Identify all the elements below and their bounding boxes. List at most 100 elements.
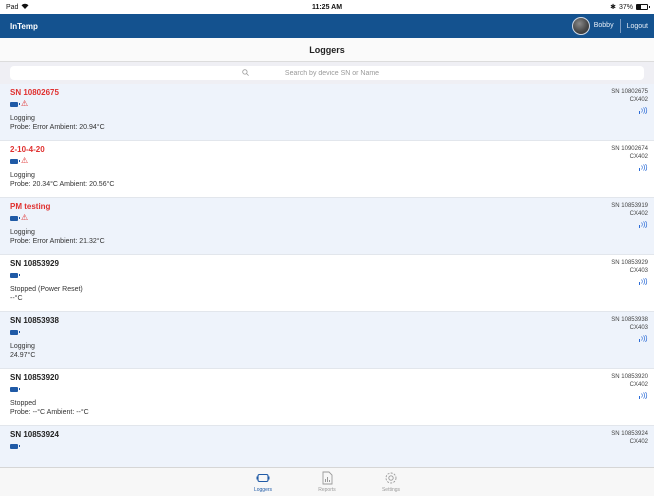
logger-name: SN 10802675 xyxy=(10,88,59,97)
logger-list: SN 10802675 ⚠ Logging Probe: Error Ambie… xyxy=(0,84,654,467)
logger-row[interactable]: 2-10-4-20 ⚠ Logging Probe: 20.34°C Ambie… xyxy=(0,141,654,198)
logger-device-info: SN 10802675 CX402 xyxy=(611,88,648,117)
logger-serial: SN 10802675 xyxy=(611,89,648,95)
alarm-icon: ⚠ xyxy=(21,213,29,222)
logger-serial: SN 10853929 xyxy=(611,260,648,266)
logger-serial: SN 10853938 xyxy=(611,317,648,323)
logger-status: Stopped (Power Reset) xyxy=(10,286,83,293)
logger-status: Logging xyxy=(10,172,35,179)
battery-icon xyxy=(636,4,650,10)
logger-reading: Probe: Error Ambient: 20.94°C xyxy=(10,124,105,131)
logger-status-icons: ⚠ xyxy=(10,156,644,166)
signal-icon xyxy=(611,163,648,174)
logger-status: Stopped xyxy=(10,400,37,407)
logger-serial: SN 10853924 xyxy=(611,431,648,437)
logger-row[interactable]: PM testing ⚠ Logging Probe: Error Ambien… xyxy=(0,198,654,255)
signal-icon xyxy=(611,277,648,288)
logger-device-info: SN 10853938 CX403 xyxy=(611,316,648,345)
device-label: Pad xyxy=(6,3,19,11)
battery-icon xyxy=(10,158,20,164)
status-right: ✱ 37% xyxy=(610,3,650,11)
logger-row[interactable]: SN 10802675 ⚠ Logging Probe: Error Ambie… xyxy=(0,84,654,141)
status-bar: Pad 11:25 AM ✱ 37% xyxy=(0,0,654,14)
logger-device-info: SN 10853929 CX403 xyxy=(611,259,648,288)
search-box[interactable] xyxy=(10,66,644,80)
battery-icon xyxy=(10,443,20,449)
search-input[interactable] xyxy=(252,69,412,77)
logger-reading: Probe: Error Ambient: 21.32°C xyxy=(10,238,105,245)
logger-status: Logging xyxy=(10,229,35,236)
gear-icon xyxy=(384,471,398,485)
status-left: Pad xyxy=(6,3,29,11)
clock: 11:25 AM xyxy=(311,3,343,11)
logger-model: CX403 xyxy=(629,268,648,274)
tab-settings[interactable]: Settings xyxy=(373,468,409,496)
logger-reading: --°C xyxy=(10,295,23,302)
logger-serial: SN 10902674 xyxy=(611,146,648,152)
logger-model: CX402 xyxy=(629,211,648,217)
logger-model: CX402 xyxy=(629,382,648,388)
search-bar xyxy=(0,62,654,84)
logger-name: SN 10853920 xyxy=(10,373,59,382)
logger-status-icons xyxy=(10,327,644,337)
report-icon xyxy=(322,471,333,485)
logger-device-info: SN 10853924 CX402 xyxy=(611,430,648,446)
tab-bar: Loggers Reports Settings xyxy=(0,467,654,496)
logger-row[interactable]: SN 10853929 Stopped (Power Reset) --°C S… xyxy=(0,255,654,312)
tab-loggers[interactable]: Loggers xyxy=(245,468,281,496)
search-icon xyxy=(242,68,249,78)
battery-icon xyxy=(10,386,20,392)
alarm-icon: ⚠ xyxy=(21,156,29,165)
logger-status-icons: ⚠ xyxy=(10,99,644,109)
logger-device-info: SN 10853920 CX402 xyxy=(611,373,648,402)
logger-row[interactable]: SN 10853924 SN 10853924 CX402 xyxy=(0,426,654,467)
battery-percent: 37% xyxy=(618,3,633,11)
app-header: InTemp Bobby Logout xyxy=(0,14,654,38)
battery-icon xyxy=(10,215,20,221)
app-title: InTemp xyxy=(10,21,38,31)
logger-model: CX402 xyxy=(629,439,648,445)
signal-icon xyxy=(611,391,648,402)
logger-device-info: SN 10902674 CX402 xyxy=(611,145,648,174)
signal-icon xyxy=(611,334,648,345)
logger-reading: 24.97°C xyxy=(10,352,36,359)
logger-name: PM testing xyxy=(10,202,51,211)
logger-status: Logging xyxy=(10,115,35,122)
user-name-button[interactable]: Bobby xyxy=(594,19,621,33)
logger-name: 2-10-4-20 xyxy=(10,145,45,154)
logger-status-icons xyxy=(10,270,644,280)
logger-status-icons: ⚠ xyxy=(10,213,644,223)
avatar[interactable] xyxy=(571,17,590,35)
tab-label: Loggers xyxy=(253,487,273,493)
logger-serial: SN 10853920 xyxy=(611,374,648,380)
logger-device-info: SN 10853919 CX402 xyxy=(611,202,648,231)
logger-name: SN 10853929 xyxy=(10,259,59,268)
logger-row[interactable]: SN 10853920 Stopped Probe: --°C Ambient:… xyxy=(0,369,654,426)
bluetooth-icon: ✱ xyxy=(610,4,616,11)
logger-status-icons xyxy=(10,441,644,451)
page-title: Loggers xyxy=(309,44,345,55)
logger-name: SN 10853924 xyxy=(10,430,59,439)
logout-button[interactable]: Logout xyxy=(621,23,654,30)
logger-model: CX402 xyxy=(629,97,648,103)
wifi-icon xyxy=(21,3,29,11)
logger-status-icons xyxy=(10,384,644,394)
logger-name: SN 10853938 xyxy=(10,316,59,325)
logger-reading: Probe: 20.34°C Ambient: 20.56°C xyxy=(10,181,115,188)
logger-row[interactable]: SN 10853938 Logging 24.97°C SN 10853938 … xyxy=(0,312,654,369)
logger-model: CX403 xyxy=(629,325,648,331)
battery-icon xyxy=(10,329,20,335)
header-user-area: Bobby Logout xyxy=(571,14,654,38)
logger-serial: SN 10853919 xyxy=(611,203,648,209)
page-title-bar: Loggers xyxy=(0,38,654,62)
alarm-icon: ⚠ xyxy=(21,99,29,108)
logger-icon xyxy=(256,471,270,485)
battery-icon xyxy=(10,272,20,278)
battery-icon xyxy=(10,101,20,107)
logger-reading: Probe: --°C Ambient: --°C xyxy=(10,409,89,416)
logger-status: Logging xyxy=(10,343,35,350)
signal-icon xyxy=(611,106,648,117)
tab-label: Reports xyxy=(318,487,336,493)
tab-reports[interactable]: Reports xyxy=(309,468,345,496)
signal-icon xyxy=(611,220,648,231)
